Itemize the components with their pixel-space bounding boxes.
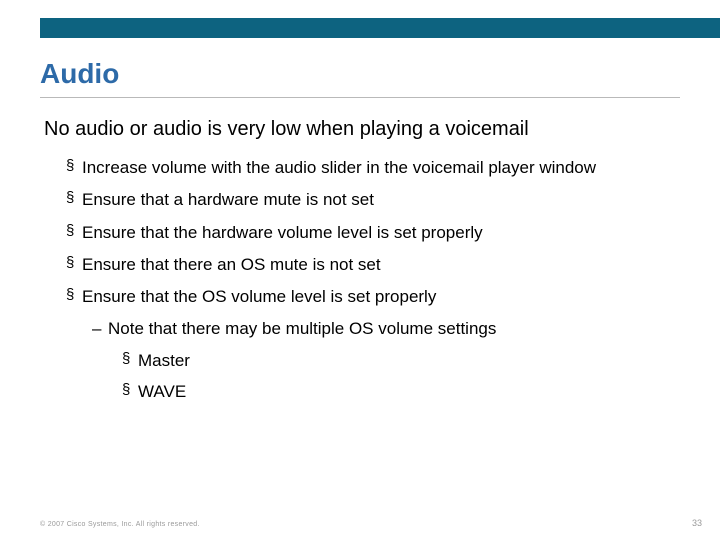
list-item: Increase volume with the audio slider in… [66, 157, 684, 178]
slide-title: Audio [40, 58, 119, 90]
copyright-text: © 2007 Cisco Systems, Inc. All rights re… [40, 521, 200, 528]
issue-heading: No audio or audio is very low when playi… [44, 118, 684, 141]
list-item: Ensure that there an OS mute is not set [66, 254, 684, 275]
sub-note: Note that there may be multiple OS volum… [92, 318, 684, 339]
slide-body: No audio or audio is very low when playi… [44, 118, 684, 412]
list-item: Ensure that the hardware volume level is… [66, 222, 684, 243]
sub-list-item: Master [122, 350, 684, 371]
list-item: Ensure that a hardware mute is not set [66, 189, 684, 210]
list-item: Ensure that the OS volume level is set p… [66, 286, 684, 307]
header-accent-bar [40, 18, 720, 38]
page-number: 33 [692, 518, 702, 528]
sub-list-item: WAVE [122, 381, 684, 402]
title-divider [40, 97, 680, 98]
